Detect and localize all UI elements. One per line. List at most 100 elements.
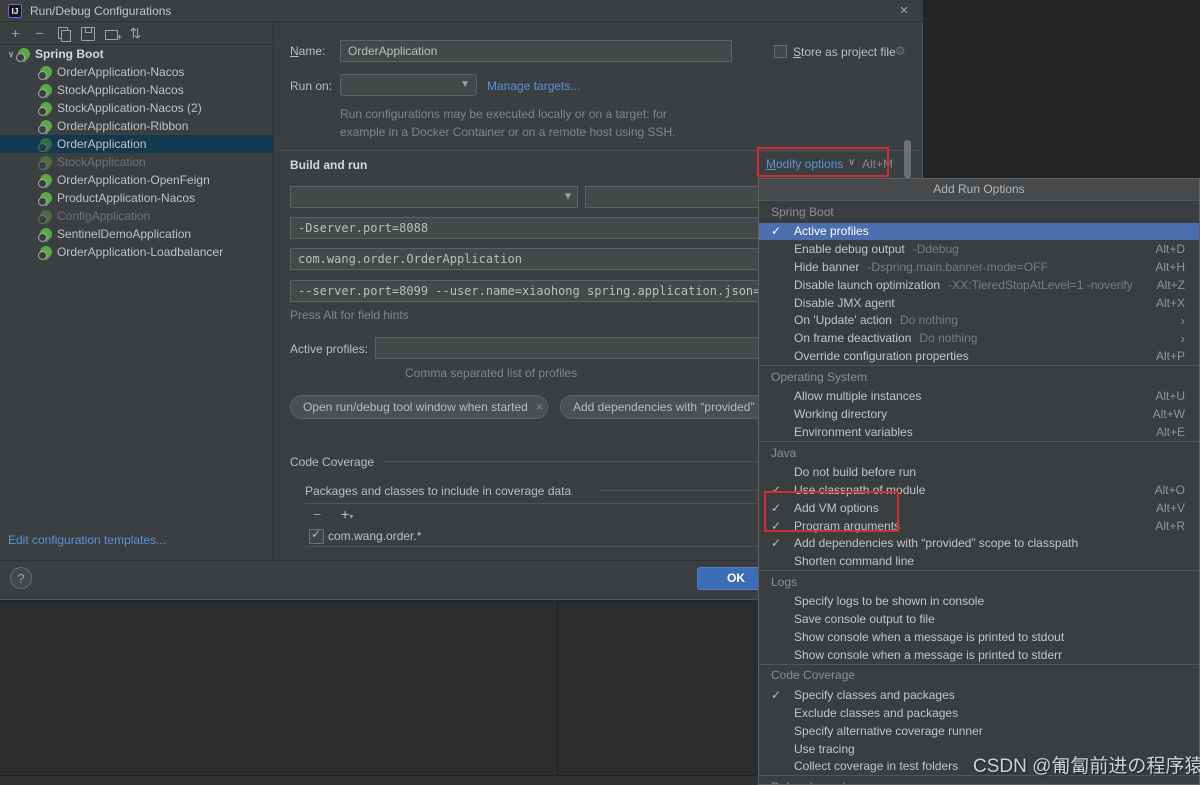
popup-item-add-vm-options[interactable]: ✓ Add VM options Alt+V: [759, 499, 1199, 517]
close-icon[interactable]: ×: [536, 400, 543, 414]
popup-item-label: Program arguments: [794, 518, 901, 533]
popup-item-environment-variables[interactable]: Environment variables Alt+E: [759, 423, 1199, 441]
popup-item-label: Use tracing: [794, 741, 855, 756]
popup-item-disable-launch-optimization[interactable]: Disable launch optimization -XX:TieredSto…: [759, 276, 1199, 294]
tree-item-orderapplication-openfeign[interactable]: OrderApplication-OpenFeign: [0, 171, 273, 189]
checkmark-icon: ✓: [771, 518, 782, 533]
store-as-project-file-checkbox[interactable]: [774, 45, 787, 58]
popup-item-specify-alternative-coverage-runner[interactable]: Specify alternative coverage runner: [759, 722, 1199, 740]
copy-icon[interactable]: [55, 25, 72, 42]
popup-item-label: Do not build before run: [794, 465, 917, 480]
remove-pattern-icon[interactable]: −: [313, 506, 321, 522]
spring-boot-icon: [38, 228, 52, 242]
spring-boot-icon: [38, 192, 52, 206]
gear-icon[interactable]: ⚙: [895, 44, 906, 58]
spring-boot-icon: [38, 66, 52, 80]
popup-item-label: Specify classes and packages: [794, 688, 955, 703]
popup-item-disable-jmx-agent[interactable]: Disable JMX agent Alt+X: [759, 294, 1199, 312]
tree-item-orderapplication-ribbon[interactable]: OrderApplication-Ribbon: [0, 117, 273, 135]
popup-item-shortcut: Alt+O: [1154, 482, 1185, 497]
tree-item-stockapplication-nacos[interactable]: StockApplication-Nacos: [0, 81, 273, 99]
popup-item-label: On 'Update' action: [794, 313, 892, 328]
popup-item-label: Use classpath of module: [794, 482, 926, 497]
active-profiles-label: Active profiles:: [290, 342, 369, 356]
popup-item-label: On frame deactivation: [794, 331, 912, 346]
tree-item-configapplication[interactable]: ConfigApplication: [0, 207, 273, 225]
popup-item-shortcut: Alt+D: [1155, 242, 1185, 257]
popup-item-show-console-when-a-message-is-printed-to-stderr[interactable]: Show console when a message is printed t…: [759, 646, 1199, 664]
popup-item-show-console-when-a-message-is-printed-to-stdout[interactable]: Show console when a message is printed t…: [759, 628, 1199, 646]
name-label: Name:: [290, 44, 326, 58]
tag-label: Add dependencies with “provided” sc: [573, 400, 770, 414]
popup-item-label: Show console when a message is printed t…: [794, 630, 1065, 645]
add-pattern-icon[interactable]: +▾: [341, 506, 353, 522]
popup-item-on-update-action[interactable]: On 'Update' action Do nothing ›: [759, 311, 1199, 329]
popup-item-working-directory[interactable]: Working directory Alt+W: [759, 405, 1199, 423]
popup-item-on-frame-deactivation[interactable]: On frame deactivation Do nothing ›: [759, 329, 1199, 347]
close-icon[interactable]: ×: [894, 1, 914, 21]
remove-icon[interactable]: −: [31, 25, 48, 42]
popup-item-label: Exclude classes and packages: [794, 705, 959, 720]
edit-configuration-templates-link[interactable]: Edit configuration templates...: [8, 533, 166, 547]
tree-item-stockapplication[interactable]: StockApplication: [0, 153, 273, 171]
popup-item-enable-debug-output[interactable]: Enable debug output -Ddebug Alt+D: [759, 240, 1199, 258]
chevron-down-icon: ▼: [564, 191, 571, 202]
manage-targets-link[interactable]: Manage targets...: [487, 79, 580, 93]
new-folder-icon[interactable]: [103, 25, 122, 42]
popup-item-hide-banner[interactable]: Hide banner -Dspring.main.banner-mode=OFF…: [759, 258, 1199, 276]
help-button[interactable]: ?: [10, 567, 32, 589]
checkmark-icon: ✓: [771, 688, 782, 703]
tree-divider: [273, 22, 274, 560]
coverage-pattern-checkbox[interactable]: [309, 527, 324, 544]
chevron-down-icon[interactable]: ∨: [848, 157, 855, 168]
tree-item-stockapplication-nacos-2-[interactable]: StockApplication-Nacos (2): [0, 99, 273, 117]
spring-boot-icon: [38, 174, 52, 188]
jre-select[interactable]: java 11 SDK of 'order' module ▼: [290, 186, 578, 208]
checkmark-icon: ✓: [771, 500, 782, 515]
tree-item-orderapplication-loadbalancer[interactable]: OrderApplication-Loadbalancer: [0, 243, 273, 261]
popup-item-shortcut: Alt+H: [1155, 259, 1185, 274]
tool-window-tag[interactable]: Open run/debug tool window when started …: [290, 395, 548, 419]
popup-section-operating-system: Operating System: [759, 364, 1199, 388]
sort-icon[interactable]: ⇅: [127, 25, 144, 42]
popup-item-program-arguments[interactable]: ✓ Program arguments Alt+R: [759, 517, 1199, 535]
tree-item-orderapplication[interactable]: OrderApplication: [0, 135, 273, 153]
popup-item-add-dependencies-with-provided-scope-to-classpath[interactable]: ✓ Add dependencies with “provided” scope …: [759, 534, 1199, 552]
popup-item-specify-classes-and-packages[interactable]: ✓ Specify classes and packages: [759, 686, 1199, 704]
popup-item-save-console-output-to-file[interactable]: Save console output to file: [759, 610, 1199, 628]
popup-item-shortcut: Alt+V: [1155, 500, 1185, 515]
popup-item-label: Show console when a message is printed t…: [794, 647, 1063, 662]
tree-item-productapplication-nacos[interactable]: ProductApplication-Nacos: [0, 189, 273, 207]
popup-item-label: Disable launch optimization: [794, 277, 941, 292]
popup-item-label: Override configuration properties: [794, 348, 969, 363]
code-coverage-title: Code Coverage: [290, 455, 375, 469]
spring-boot-icon: [38, 120, 52, 134]
save-icon[interactable]: [79, 25, 96, 42]
modify-options-link[interactable]: Modify options: [766, 157, 843, 171]
popup-item-specify-logs-to-be-shown-in-console[interactable]: Specify logs to be shown in console: [759, 593, 1199, 611]
popup-item-label: Working directory: [794, 407, 888, 422]
spring-boot-icon: [38, 84, 52, 98]
active-profiles-hint: Comma separated list of profiles: [405, 366, 578, 380]
tree-item-orderapplication-nacos[interactable]: OrderApplication-Nacos: [0, 63, 273, 81]
store-as-project-file-label: Store as project file: [793, 45, 896, 59]
popup-item-override-configuration-properties[interactable]: Override configuration properties Alt+P: [759, 347, 1199, 365]
popup-item-use-classpath-of-module[interactable]: ✓ Use classpath of module Alt+O: [759, 481, 1199, 499]
popup-item-label: Active profiles: [794, 224, 869, 239]
popup-item-shortcut: Alt+P: [1155, 348, 1185, 363]
popup-item-exclude-classes-and-packages[interactable]: Exclude classes and packages: [759, 704, 1199, 722]
popup-item-shorten-command-line[interactable]: Shorten command line: [759, 552, 1199, 570]
add-icon[interactable]: +: [7, 25, 24, 42]
tree-root-spring-boot[interactable]: ∨ Spring Boot: [0, 45, 273, 63]
scrollbar-thumb[interactable]: [904, 140, 911, 178]
run-on-select[interactable]: ⌂ Local machine ▼: [340, 74, 477, 96]
tree-item-sentineldemoapplication[interactable]: SentinelDemoApplication: [0, 225, 273, 243]
popup-item-allow-multiple-instances[interactable]: Allow multiple instances Alt+U: [759, 387, 1199, 405]
popup-item-do-not-build-before-run[interactable]: Do not build before run: [759, 463, 1199, 481]
alt-hint: Press Alt for field hints: [290, 308, 409, 322]
submenu-arrow-icon: ›: [1180, 312, 1185, 328]
popup-item-label: Collect coverage in test folders: [794, 759, 959, 774]
name-input[interactable]: OrderApplication: [340, 40, 732, 62]
modify-options-shortcut: Alt+M: [862, 157, 894, 171]
popup-item-active-profiles[interactable]: ✓ Active profiles: [759, 222, 1199, 241]
